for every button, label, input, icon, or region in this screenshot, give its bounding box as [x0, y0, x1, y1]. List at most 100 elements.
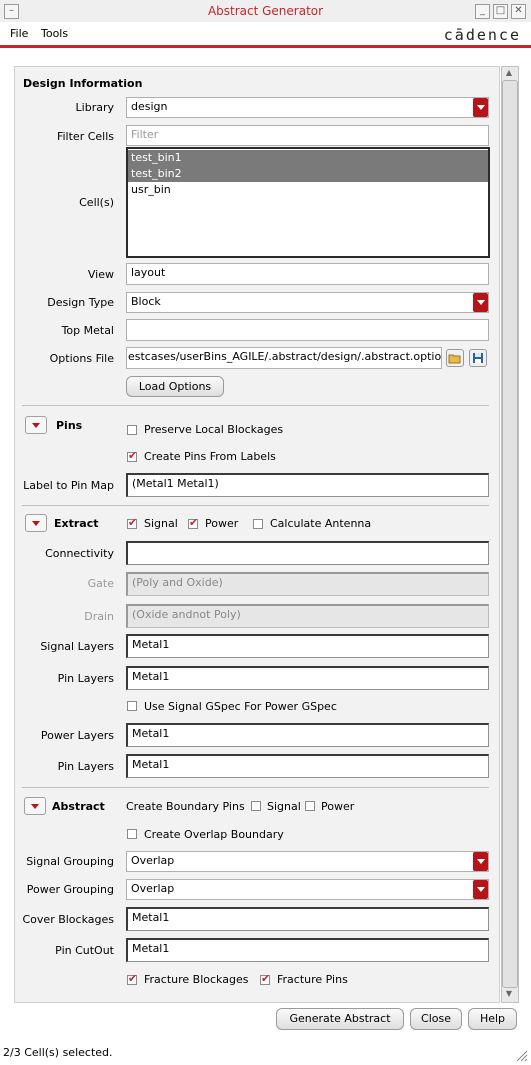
abstract-heading: Abstract — [52, 800, 105, 813]
pin-layers-2-label: Pin Layers — [57, 760, 114, 773]
design-type-label: Design Type — [47, 296, 114, 309]
label-pin-map-label: Label to Pin Map — [23, 479, 114, 492]
cell-list-item[interactable]: usr_bin — [128, 182, 488, 198]
cell-list-item[interactable]: test_bin2 — [128, 166, 488, 182]
chevron-down-icon[interactable] — [473, 880, 488, 899]
library-label: Library — [75, 101, 114, 114]
pins-collapse-toggle[interactable] — [25, 416, 47, 434]
boundary-pins-label: Create Boundary Pins — [126, 800, 245, 813]
signal-layers-label: Signal Layers — [40, 640, 114, 653]
boundary-signal-label: Signal — [267, 800, 301, 813]
brand-logo: cādence — [443, 26, 521, 44]
menu-file[interactable]: File — [10, 27, 28, 40]
signal-layers-input[interactable]: Metal1 — [126, 634, 489, 658]
boundary-power-label: Power — [321, 800, 355, 813]
signal-grouping-label: Signal Grouping — [26, 855, 114, 868]
chevron-down-icon[interactable] — [473, 852, 488, 871]
label-pin-map-input[interactable]: (Metal1 Metal1) — [126, 473, 489, 497]
preserve-local-checkbox[interactable] — [127, 425, 137, 435]
save-icon[interactable] — [469, 349, 487, 367]
pin-cutout-input[interactable]: Metal1 — [126, 938, 489, 962]
view-input[interactable]: layout — [126, 263, 489, 285]
gate-input: (Poly and Oxide) — [126, 572, 489, 596]
power-grouping-select[interactable]: Overlap — [126, 879, 489, 900]
generate-abstract-button[interactable]: Generate Abstract — [276, 1008, 404, 1030]
chevron-down-icon[interactable] — [473, 98, 488, 117]
power-grouping-value: Overlap — [131, 882, 175, 895]
boundary-power-checkbox[interactable] — [305, 801, 315, 811]
extract-power-label: Power — [205, 517, 239, 530]
calculate-antenna-label: Calculate Antenna — [270, 517, 372, 530]
cells-listbox[interactable]: test_bin1 test_bin2 usr_bin — [126, 147, 490, 258]
scroll-thumb[interactable] — [502, 80, 518, 988]
extract-signal-label: Signal — [144, 517, 178, 530]
overlap-boundary-checkbox[interactable] — [127, 829, 137, 839]
close-button[interactable]: Close — [410, 1008, 462, 1030]
pin-cutout-label: Pin CutOut — [55, 944, 114, 957]
design-type-select[interactable]: Block — [126, 292, 489, 313]
extract-heading: Extract — [54, 517, 99, 530]
open-folder-icon[interactable] — [446, 349, 464, 367]
section-divider — [22, 405, 489, 406]
gate-label: Gate — [87, 577, 114, 590]
section-divider — [22, 787, 489, 788]
connectivity-input[interactable] — [126, 541, 489, 565]
extract-power-checkbox[interactable] — [188, 516, 198, 529]
scroll-down-icon[interactable]: ▼ — [502, 988, 516, 1000]
minimize-icon[interactable]: _ — [475, 4, 490, 19]
preserve-local-label: Preserve Local Blockages — [144, 423, 284, 436]
cell-list-item[interactable]: test_bin1 — [128, 150, 488, 166]
power-layers-label: Power Layers — [40, 729, 114, 742]
pin-layers-label: Pin Layers — [57, 672, 114, 685]
signal-grouping-select[interactable]: Overlap — [126, 851, 489, 872]
filter-cells-input[interactable]: Filter — [126, 125, 489, 146]
scroll-up-icon[interactable]: ▲ — [502, 67, 516, 79]
options-file-label: Options File — [49, 352, 114, 365]
status-text: 2/3 Cell(s) selected. — [3, 1046, 113, 1059]
chevron-down-icon[interactable] — [473, 293, 488, 312]
cover-blockages-label: Cover Blockages — [22, 913, 115, 926]
window-title: Abstract Generator — [207, 4, 324, 18]
pin-layers-2-input[interactable]: Metal1 — [126, 754, 489, 778]
load-options-button[interactable]: Load Options — [126, 376, 224, 397]
maximize-icon[interactable]: □ — [493, 4, 508, 19]
filter-cells-label: Filter Cells — [56, 130, 114, 143]
top-metal-input[interactable] — [126, 319, 489, 341]
drain-label: Drain — [84, 610, 114, 623]
calculate-antenna-checkbox[interactable] — [253, 519, 263, 529]
extract-signal-checkbox[interactable] — [127, 516, 137, 529]
filter-placeholder: Filter — [131, 128, 159, 141]
design-info-heading: Design Information — [23, 77, 143, 90]
connectivity-label: Connectivity — [45, 547, 114, 560]
library-value: design — [131, 100, 168, 113]
abstract-collapse-toggle[interactable] — [24, 797, 46, 815]
fracture-pins-checkbox[interactable] — [260, 972, 270, 985]
use-signal-gspec-checkbox[interactable] — [127, 701, 137, 711]
help-button[interactable]: Help — [468, 1008, 517, 1030]
overlap-boundary-label: Create Overlap Boundary — [144, 828, 284, 841]
top-metal-label: Top Metal — [61, 324, 114, 337]
power-layers-input[interactable]: Metal1 — [126, 723, 489, 747]
use-signal-gspec-label: Use Signal GSpec For Power GSpec — [144, 700, 337, 713]
section-divider — [22, 505, 489, 506]
boundary-signal-checkbox[interactable] — [251, 801, 261, 811]
fracture-blockages-checkbox[interactable] — [127, 972, 137, 985]
pins-heading: Pins — [56, 419, 83, 432]
drain-input: (Oxide andnot Poly) — [126, 604, 489, 628]
cells-label: Cell(s) — [79, 196, 114, 209]
fracture-pins-label: Fracture Pins — [277, 973, 348, 986]
view-label: View — [87, 268, 114, 281]
menu-tools[interactable]: Tools — [41, 27, 68, 40]
pin-layers-input[interactable]: Metal1 — [126, 666, 489, 690]
signal-grouping-value: Overlap — [131, 854, 175, 867]
close-icon[interactable]: ✕ — [511, 4, 526, 19]
power-grouping-label: Power Grouping — [26, 883, 114, 896]
library-select[interactable]: design — [126, 97, 489, 118]
resize-grip-icon[interactable] — [516, 1050, 528, 1062]
options-file-input[interactable]: estcases/userBins_AGILE/.abstract/design… — [126, 347, 442, 369]
cover-blockages-input[interactable]: Metal1 — [126, 907, 489, 931]
extract-collapse-toggle[interactable] — [25, 514, 47, 532]
create-pins-checkbox[interactable] — [127, 449, 137, 462]
design-type-value: Block — [131, 295, 161, 308]
fracture-blockages-label: Fracture Blockages — [144, 973, 249, 986]
